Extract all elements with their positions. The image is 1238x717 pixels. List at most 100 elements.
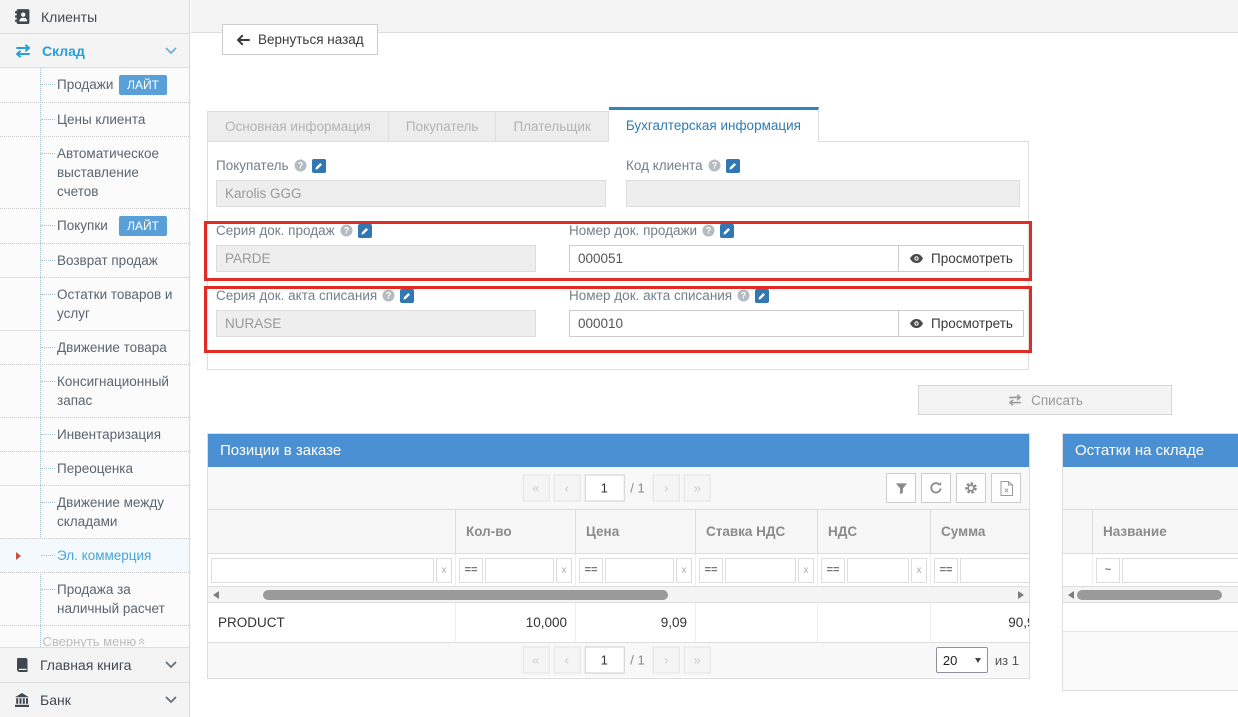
help-icon[interactable]: ? [340, 224, 353, 237]
funnel-icon [895, 482, 908, 495]
first-page-button[interactable]: « [522, 475, 549, 502]
clear-filter-button[interactable]: x [556, 558, 572, 583]
field-label-text: Серия док. продаж [216, 223, 335, 238]
settings-button[interactable] [956, 473, 986, 503]
horizontal-scrollbar[interactable] [1063, 587, 1238, 603]
filter-operator-button[interactable]: == [934, 558, 958, 583]
scroll-left-icon[interactable] [1068, 591, 1074, 599]
table-row[interactable]: PRODUCT 10,000 9,09 90,90 [208, 603, 1029, 643]
field-label-text: Номер док. акта списания [569, 288, 732, 303]
view-sales-doc-button[interactable]: Просмотреть [899, 245, 1024, 272]
back-button[interactable]: Вернуться назад [222, 24, 378, 55]
last-page-button[interactable]: » [684, 475, 711, 502]
page-size-value: 20 [943, 653, 957, 668]
first-page-button[interactable]: « [522, 647, 549, 674]
sidebar-item-sales-returns[interactable]: Возврат продаж [0, 243, 189, 277]
clear-filter-button[interactable]: x [798, 558, 814, 583]
column-header-stock-name[interactable]: Название [1093, 510, 1238, 553]
filter-name-input[interactable] [211, 558, 434, 583]
edit-pencil-icon[interactable] [755, 289, 769, 303]
collapse-chevrons-icon: « [135, 638, 150, 645]
column-header-vat-rate[interactable]: Ставка НДС [696, 510, 818, 553]
sidebar-item-warehouse-transfer[interactable]: Движение между складами [0, 485, 189, 538]
prev-page-button[interactable]: ‹ [553, 647, 580, 674]
filter-vat-rate-input[interactable] [725, 558, 796, 583]
tab-accounting-info[interactable]: Бухгалтерская информация [609, 107, 819, 142]
column-header-price[interactable]: Цена [576, 510, 696, 553]
help-icon[interactable]: ? [708, 159, 721, 172]
scrollbar-thumb[interactable] [263, 590, 668, 600]
filter-button[interactable] [886, 473, 916, 503]
sales-series-input[interactable] [216, 245, 536, 272]
sidebar-item-sales[interactable]: Продажи ЛАЙТ [0, 68, 189, 102]
column-header-name[interactable] [208, 510, 456, 553]
sidebar-item-clients[interactable]: Клиенты [0, 0, 189, 34]
filter-operator-button[interactable]: == [459, 558, 483, 583]
sidebar-item-goods-movement[interactable]: Движение товара [0, 330, 189, 364]
next-page-button[interactable]: › [653, 647, 680, 674]
filter-operator-button[interactable]: == [821, 558, 845, 583]
filter-operator-button[interactable]: == [699, 558, 723, 583]
prev-page-button[interactable]: ‹ [553, 475, 580, 502]
horizontal-scrollbar[interactable] [208, 587, 1029, 603]
edit-pencil-icon[interactable] [726, 159, 740, 173]
page-number-input[interactable] [584, 647, 624, 674]
clear-filter-button[interactable]: x [436, 558, 452, 583]
filter-vat-input[interactable] [847, 558, 909, 583]
scroll-right-icon[interactable] [1018, 591, 1024, 599]
sidebar-item-ecommerce[interactable]: Эл. коммерция [0, 538, 189, 572]
last-page-button[interactable]: » [684, 647, 711, 674]
clear-filter-button[interactable]: x [911, 558, 927, 583]
filter-stock-name-input[interactable] [1122, 558, 1238, 583]
filter-cell-vat-rate: == x [696, 554, 818, 586]
page-size-select[interactable]: 20 [936, 647, 988, 673]
filter-total-input[interactable] [960, 558, 1030, 583]
filter-operator-button[interactable]: == [579, 558, 603, 583]
buyer-input[interactable] [216, 180, 606, 207]
column-header-qty[interactable]: Кол-во [456, 510, 576, 553]
sidebar-item-client-prices[interactable]: Цены клиента [0, 102, 189, 136]
filter-cell-price: == x [576, 554, 696, 586]
column-header-vat[interactable]: НДС [818, 510, 931, 553]
help-icon[interactable]: ? [294, 159, 307, 172]
sidebar-item-warehouse[interactable]: Склад [0, 34, 189, 68]
tab-main-info[interactable]: Основная информация [207, 111, 389, 142]
writeoff-button[interactable]: Списать [918, 385, 1172, 415]
export-excel-button[interactable]: x [991, 473, 1021, 503]
edit-pencil-icon[interactable] [358, 224, 372, 238]
filter-operator-button[interactable]: ~ [1096, 558, 1120, 583]
page-number-input[interactable] [584, 475, 624, 502]
edit-pencil-icon[interactable] [400, 289, 414, 303]
column-header-total[interactable]: Сумма [931, 510, 1030, 553]
clear-filter-button[interactable]: x [676, 558, 692, 583]
sidebar-item-inventory[interactable]: Инвентаризация [0, 417, 189, 451]
view-writeoff-doc-button[interactable]: Просмотреть [899, 310, 1024, 337]
next-page-button[interactable]: › [653, 475, 680, 502]
client-code-input[interactable] [626, 180, 1020, 207]
tab-buyer[interactable]: Покупатель [389, 111, 497, 142]
sidebar-item-general-ledger[interactable]: Главная книга [0, 647, 189, 682]
tab-payer[interactable]: Плательщик [496, 111, 608, 142]
sidebar-item-bank[interactable]: Банк [0, 682, 189, 717]
scrollbar-thumb[interactable] [1077, 590, 1222, 600]
sidebar-item-revaluation[interactable]: Переоценка [0, 451, 189, 485]
filter-price-input[interactable] [605, 558, 674, 583]
gear-icon [964, 481, 978, 495]
help-icon[interactable]: ? [382, 289, 395, 302]
sales-number-field-group: Номер док. продажи ? Просмотреть [569, 222, 1024, 272]
writeoff-series-input[interactable] [216, 310, 536, 337]
sidebar-item-stock-balances[interactable]: Остатки товаров и услуг [0, 277, 189, 330]
sidebar-item-cash-sale[interactable]: Продажа за наличный расчет [0, 572, 189, 625]
edit-pencil-icon[interactable] [312, 159, 326, 173]
writeoff-number-input[interactable] [569, 310, 899, 337]
sidebar-item-purchases[interactable]: Покупки ЛАЙТ [0, 208, 189, 243]
edit-pencil-icon[interactable] [720, 224, 734, 238]
sidebar-item-consignment-stock[interactable]: Консигнационный запас [0, 364, 189, 417]
help-icon[interactable]: ? [702, 224, 715, 237]
sales-number-input[interactable] [569, 245, 899, 272]
sidebar-item-auto-invoicing[interactable]: Автоматическое выставление счетов [0, 136, 189, 208]
refresh-button[interactable] [921, 473, 951, 503]
scroll-left-icon[interactable] [213, 591, 219, 599]
filter-qty-input[interactable] [485, 558, 554, 583]
help-icon[interactable]: ? [737, 289, 750, 302]
